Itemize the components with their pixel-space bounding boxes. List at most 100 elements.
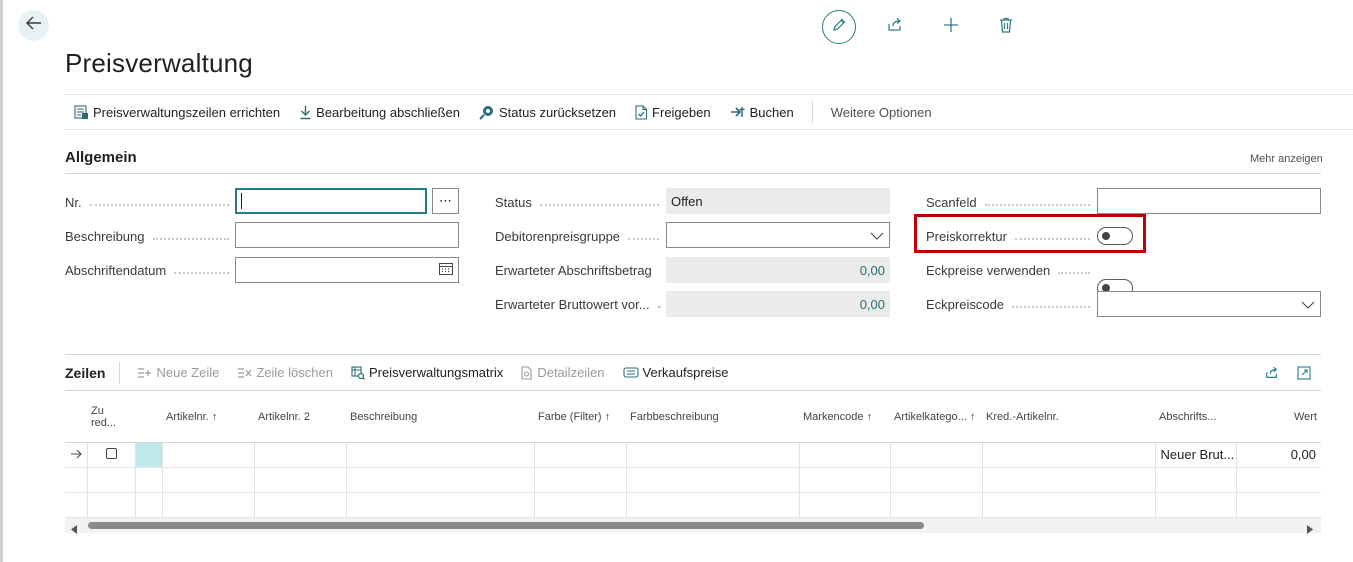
new-button[interactable] [936,12,966,42]
action-label: Verkaufspreise [642,365,729,380]
column-header-beschreibung[interactable]: Beschreibung [346,392,534,443]
field-label-erwarteter-abschriftsbetrag: Erwarteter Abschriftsbetrag [495,261,665,279]
release-document-icon [635,104,648,120]
table-cell[interactable] [162,492,255,518]
reset-status-icon [479,105,495,120]
table-cell[interactable] [346,492,535,518]
column-header-wert[interactable]: Wert [1236,392,1321,443]
table-row[interactable] [65,467,1321,493]
table-cell[interactable] [1236,467,1321,493]
table-cell[interactable] [982,467,1156,493]
share-button[interactable] [880,12,910,42]
action-preisverwaltungszeilen-errichten[interactable]: Preisverwaltungszeilen errichten [74,105,280,120]
erwarteter-bruttowert-value[interactable]: 0,00 [666,291,890,317]
table-cell[interactable] [890,442,983,468]
eckpreiscode-select[interactable] [1097,291,1321,317]
table-cell[interactable] [626,442,800,468]
column-header-zu-red[interactable]: Zu red... [87,392,135,443]
scrollbar-thumb[interactable] [88,522,924,529]
scroll-left-icon[interactable] [71,521,78,539]
highlight-box [914,214,1146,253]
column-header-artikelnr[interactable]: Artikelnr. ↑ [162,392,254,443]
table-cell[interactable] [87,467,136,493]
label-text: Abschriftendatum [65,262,167,278]
column-header-kred-artikelnr[interactable]: Kred.-Artikelnr. [982,392,1155,443]
wert-cell[interactable]: 0,00 [1236,442,1321,468]
share-icon[interactable] [1265,366,1279,380]
table-cell[interactable] [534,492,627,518]
column-header-artikelnr-2[interactable]: Artikelnr. 2 [254,392,346,443]
label-dots [152,238,229,240]
erwarteter-abschriftsbetrag-value[interactable]: 0,00 [666,257,890,283]
nr-input[interactable] [235,188,427,214]
show-more-link[interactable]: Mehr anzeigen [1250,153,1323,165]
row-arrow-icon [71,449,82,459]
column-header-farbe[interactable]: Farbe (Filter) ↑ [534,392,626,443]
scanfeld-input[interactable] [1097,188,1321,214]
action-bar: Preisverwaltungszeilen errichten Bearbei… [65,94,1353,130]
edit-button[interactable] [822,10,856,44]
scroll-right-icon[interactable] [1306,521,1313,539]
table-cell[interactable] [982,442,1156,468]
back-arrow-icon [25,16,42,35]
table-cell[interactable] [1155,467,1237,493]
table-cell[interactable] [1155,492,1237,518]
table-cell[interactable] [346,442,535,468]
table-cell[interactable] [162,442,255,468]
table-cell[interactable] [626,467,800,493]
detailzeilen-button[interactable]: Detailzeilen [521,365,605,380]
matrix-search-icon [351,365,365,380]
action-separator [811,101,813,123]
table-cell[interactable] [346,467,535,493]
table-cell[interactable] [534,442,627,468]
back-button[interactable] [18,10,49,41]
beschreibung-input[interactable] [235,222,459,248]
table-cell[interactable] [799,467,891,493]
action-freigeben[interactable]: Freigeben [635,105,711,120]
table-cell[interactable] [135,492,163,518]
table-cell[interactable] [135,467,163,493]
expand-icon[interactable] [1297,365,1311,380]
table-cell[interactable] [1236,492,1321,518]
table-row[interactable]: Neuer Brut... 0,00 [65,442,1321,468]
table-cell[interactable] [890,492,983,518]
table-cell[interactable] [254,442,347,468]
delete-line-button[interactable]: Zeile löschen [237,365,333,380]
delete-button[interactable] [991,12,1021,42]
preisverwaltungsmatrix-button[interactable]: Preisverwaltungsmatrix [351,365,503,380]
label-text: Erwarteter Bruttowert vor... [495,296,650,312]
table-cell[interactable] [87,492,136,518]
table-cell[interactable] [799,492,891,518]
table-cell[interactable] [626,492,800,518]
column-header-artikelkategorie[interactable]: Artikelkatego... ↑ [890,392,982,443]
table-row[interactable] [65,492,1321,518]
abschriftendatum-input[interactable] [235,257,459,283]
more-options-button[interactable]: Weitere Optionen [831,105,932,120]
abschrifts-cell[interactable]: Neuer Brut... [1155,442,1237,468]
table-cell[interactable] [254,492,347,518]
column-header-abschrifts[interactable]: Abschrifts... [1155,392,1236,443]
action-status-zuruecksetzen[interactable]: Status zurücksetzen [479,105,616,120]
action-bearbeitung-abschliessen[interactable]: Bearbeitung abschließen [299,105,460,120]
action-buchen[interactable]: Buchen [730,105,794,120]
table-cell [65,467,88,493]
zu-red-checkbox[interactable] [105,448,117,459]
nr-lookup-button[interactable]: ⋯ [432,188,459,214]
new-line-button[interactable]: Neue Zeile [137,365,219,380]
column-header-farbbeschreibung[interactable]: Farbbeschreibung [626,392,799,443]
calendar-icon[interactable] [439,262,453,278]
column-header-markencode[interactable]: Markencode ↑ [799,392,890,443]
verkaufspreise-button[interactable]: Verkaufspreise [622,365,729,380]
selected-cell-marker[interactable] [135,442,163,468]
label-text: Erwarteter Abschriftsbetrag [495,262,652,278]
table-cell[interactable] [254,467,347,493]
debitorenpreisgruppe-select[interactable] [666,222,890,248]
table-cell[interactable] [982,492,1156,518]
table-cell[interactable] [162,467,255,493]
price-tag-icon [622,367,639,378]
table-cell[interactable] [799,442,891,468]
row-indicator [65,442,88,468]
table-cell[interactable] [534,467,627,493]
table-cell[interactable] [890,467,983,493]
column-header-indicator [65,392,87,443]
